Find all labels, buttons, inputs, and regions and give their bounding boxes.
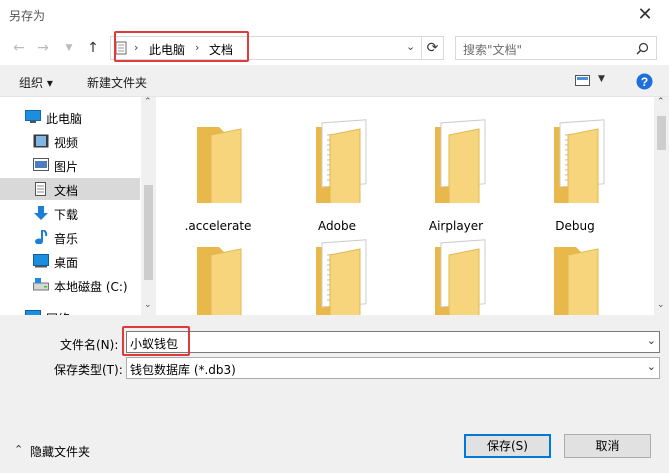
- scroll-up-icon[interactable]: ⌃: [144, 97, 152, 107]
- file-list-scroll-thumb[interactable]: [657, 116, 666, 150]
- download-icon: [34, 206, 48, 220]
- recent-dropdown-icon[interactable]: ▼: [60, 38, 78, 58]
- sidebar-item-this-pc[interactable]: 此电脑: [0, 106, 140, 128]
- filetype-label: 保存类型(T):: [54, 363, 123, 377]
- help-icon[interactable]: ?: [636, 73, 653, 90]
- folder-name: .accelerate: [184, 219, 252, 233]
- cancel-button[interactable]: 取消: [564, 434, 651, 458]
- window-title: 另存为: [9, 9, 46, 23]
- save-button[interactable]: 保存(S): [464, 434, 551, 458]
- sidebar-item-label: 此电脑: [46, 112, 83, 126]
- new-folder-button[interactable]: 新建文件夹: [87, 74, 147, 91]
- filename-label: 文件名(N):: [60, 338, 119, 352]
- sidebar-item-desktop[interactable]: 桌面: [0, 250, 140, 272]
- chevron-down-icon[interactable]: ⌄: [647, 360, 656, 373]
- folder-icon: [197, 127, 242, 216]
- scroll-down-icon[interactable]: ⌄: [144, 300, 152, 310]
- drive-icon: [33, 278, 49, 291]
- sidebar-scroll-thumb[interactable]: [144, 185, 153, 280]
- folder-item[interactable]: [411, 233, 491, 315]
- folder-item[interactable]: Debug: [530, 113, 610, 233]
- svg-text:?: ?: [641, 75, 648, 89]
- folder-item[interactable]: [530, 233, 610, 315]
- title-bar: [0, 0, 669, 31]
- filename-input[interactable]: 小蚁钱包 ⌄: [126, 331, 660, 353]
- navigation-pane: 此电脑 视频 图片 文档 下载 音乐 桌面 本地磁盘 (C:): [0, 97, 156, 315]
- organize-menu[interactable]: 组织 ▾: [19, 74, 53, 91]
- folder-icon: [554, 247, 599, 315]
- view-icon[interactable]: [575, 75, 591, 87]
- folder-name: Debug: [555, 219, 595, 233]
- sidebar-item-downloads[interactable]: 下载: [0, 202, 140, 224]
- folder-item[interactable]: [292, 233, 372, 315]
- close-icon[interactable]: ✕: [633, 3, 657, 27]
- scroll-up-icon[interactable]: ⌃: [657, 97, 665, 107]
- folder-name: Airplayer: [428, 219, 484, 233]
- chevron-up-icon[interactable]: ⌃: [14, 443, 23, 456]
- address-highlight-box: [114, 31, 249, 62]
- sidebar-item-label: 视频: [54, 136, 79, 150]
- refresh-icon[interactable]: ⟳: [422, 36, 444, 60]
- back-arrow-icon[interactable]: ←: [10, 38, 28, 58]
- folder-icon: [197, 247, 242, 315]
- sidebar-item-label: 文档: [54, 184, 79, 198]
- filename-highlight-box: [122, 326, 190, 356]
- up-arrow-icon[interactable]: ↑: [84, 38, 102, 58]
- folder-icon: [316, 239, 367, 315]
- scroll-down-icon[interactable]: ⌄: [657, 300, 665, 310]
- sidebar-item-label: 下载: [54, 208, 79, 222]
- sidebar-item-label: 桌面: [54, 256, 79, 270]
- music-icon: [35, 230, 48, 244]
- pc-icon: [25, 110, 41, 123]
- picture-icon: [33, 158, 49, 171]
- folder-item[interactable]: Adobe: [292, 113, 372, 233]
- sidebar-item-documents[interactable]: 文档: [0, 178, 140, 200]
- sidebar-item-videos[interactable]: 视频: [0, 130, 140, 152]
- search-placeholder: 搜索"文档": [463, 43, 523, 57]
- chevron-down-icon[interactable]: ⌄: [406, 40, 415, 53]
- hide-folders-button[interactable]: 隐藏文件夹: [30, 443, 90, 460]
- video-icon: [33, 134, 49, 148]
- sidebar-item-network[interactable]: 网络: [0, 306, 140, 315]
- sidebar-item-local-disk[interactable]: 本地磁盘 (C:): [0, 274, 140, 296]
- folder-item[interactable]: .accelerate: [173, 113, 253, 233]
- filetype-select[interactable]: 钱包数据库 (*.db3) ⌄: [126, 357, 660, 379]
- folder-item[interactable]: [173, 233, 253, 315]
- desktop-icon: [33, 254, 49, 268]
- folder-name: Adobe: [318, 219, 356, 233]
- sidebar-item-pictures[interactable]: 图片: [0, 154, 140, 176]
- folder-icon: [435, 239, 486, 315]
- view-dropdown-icon[interactable]: ▼: [598, 74, 605, 84]
- sidebar-item-label: 本地磁盘 (C:): [54, 280, 128, 294]
- chevron-down-icon[interactable]: ⌄: [647, 334, 656, 347]
- folder-icon: [554, 119, 605, 216]
- sidebar-item-music[interactable]: 音乐: [0, 226, 140, 248]
- search-input[interactable]: 搜索"文档": [455, 36, 657, 60]
- folder-icon: [316, 119, 367, 216]
- search-icon[interactable]: [636, 42, 649, 55]
- sidebar-item-label: 图片: [54, 160, 79, 174]
- folder-icon: [435, 119, 486, 216]
- sidebar-item-label: 音乐: [54, 232, 79, 246]
- forward-arrow-icon[interactable]: →: [34, 38, 52, 58]
- document-icon: [35, 182, 46, 196]
- filetype-value: 钱包数据库 (*.db3): [130, 363, 236, 377]
- folder-item[interactable]: Airplayer: [411, 113, 491, 233]
- file-list: .accelerate Adobe Airplayer Debug: [157, 97, 654, 315]
